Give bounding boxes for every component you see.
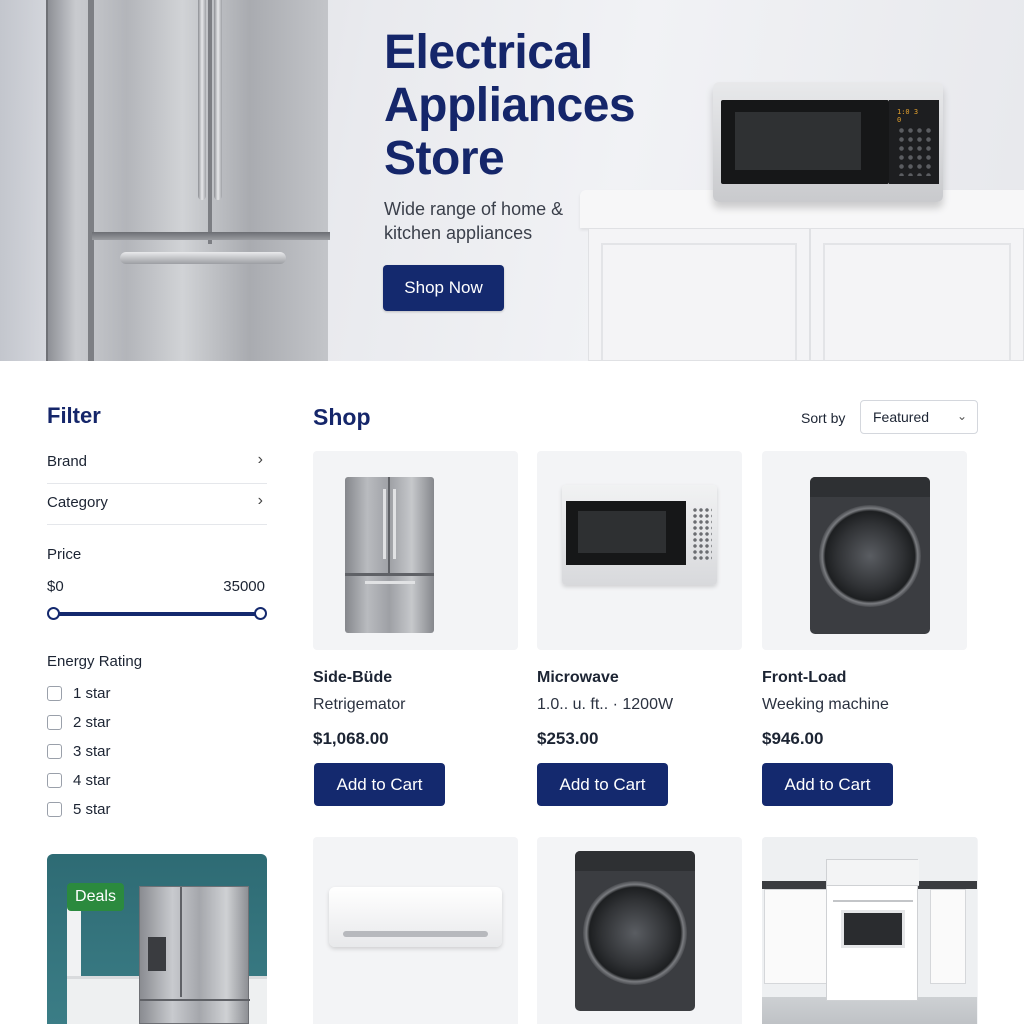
product-name[interactable]: Front-Load <box>762 669 846 687</box>
filter-brand-label: Brand <box>47 453 88 470</box>
fridge-handle-left <box>198 0 206 200</box>
product-image-fridge[interactable] <box>313 451 518 650</box>
air-conditioner-icon <box>329 887 502 947</box>
energy-option-label: 4 star <box>73 771 111 789</box>
hero-subtitle: Wide range of home & kitchen appliances <box>384 199 564 243</box>
product-image-washer-2[interactable] <box>537 837 742 1024</box>
microwave-keypad <box>897 126 931 176</box>
product-desc: 1.0.. u. ft.. · 1200W <box>537 696 674 713</box>
fridge-handle-right <box>214 0 222 200</box>
energy-option-4[interactable]: 4 star <box>47 770 111 790</box>
washing-machine-icon <box>810 477 930 634</box>
energy-option-label: 5 star <box>73 800 111 818</box>
filter-category[interactable]: Category › <box>47 485 267 525</box>
price-slider-max-handle[interactable] <box>254 607 267 620</box>
energy-option-2[interactable]: 2 star <box>47 712 111 732</box>
product-desc: Retrigemator <box>313 696 406 713</box>
add-to-cart-button[interactable]: Add to Cart <box>762 763 893 806</box>
product-name[interactable]: Side-Büde <box>313 669 392 687</box>
energy-option-label: 3 star <box>73 742 111 760</box>
washing-machine-icon <box>575 851 695 1011</box>
hero-counter-image <box>580 190 1024 361</box>
product-desc: Weeking machine <box>762 696 889 713</box>
add-to-cart-button[interactable]: Add to Cart <box>537 763 668 806</box>
microwave-window <box>721 100 889 184</box>
hero-microwave-image: 1:0 3 0 <box>713 82 943 202</box>
fridge-drawer-handle <box>120 252 286 264</box>
fridge-icon <box>345 477 434 633</box>
product-name[interactable]: Microwave <box>537 669 619 687</box>
product-price: $253.00 <box>537 729 599 748</box>
microwave-display: 1:0 3 0 <box>897 108 919 124</box>
chevron-right-icon: › <box>257 492 263 509</box>
cabinet-left <box>588 228 810 361</box>
energy-option-5[interactable]: 5 star <box>47 799 111 819</box>
price-label: Price <box>47 546 82 563</box>
deals-badge: Deals <box>67 883 124 911</box>
product-price: $946.00 <box>762 729 824 748</box>
filter-brand[interactable]: Brand › <box>47 444 267 484</box>
chevron-down-icon: ⌄ <box>956 409 967 423</box>
fridge-drawer-line <box>92 232 330 240</box>
price-slider-min-handle[interactable] <box>47 607 60 620</box>
fridge-drawer-line <box>140 999 250 1001</box>
checkbox[interactable] <box>47 801 62 817</box>
sort-value: Featured <box>873 409 930 425</box>
microwave-icon <box>562 485 717 585</box>
checkbox[interactable] <box>47 743 62 759</box>
checkbox[interactable] <box>47 714 62 730</box>
deals-fridge-image <box>139 886 250 1024</box>
product-price: $1,068.00 <box>313 729 389 748</box>
cabinet-right <box>810 228 1024 361</box>
product-image-microwave[interactable] <box>537 451 742 650</box>
kitchen-cabinet <box>764 889 834 984</box>
hero-banner: 1:0 3 0 Electrical Appliances Store Wide… <box>0 0 1024 361</box>
sort-select[interactable]: Featured ⌄ <box>860 400 978 434</box>
energy-option-label: 1 star <box>73 684 111 702</box>
price-max: 35000 <box>223 578 265 595</box>
cabinet-panel <box>823 243 1011 360</box>
cabinet-panel <box>601 243 797 360</box>
energy-rating-title: Energy Rating <box>47 653 143 670</box>
fridge-edge <box>88 0 94 361</box>
filter-category-label: Category <box>47 494 108 511</box>
shop-title: Shop <box>313 404 371 430</box>
fridge-door-split <box>180 887 182 997</box>
hero-fridge-image <box>46 0 330 361</box>
product-image-washer[interactable] <box>762 451 967 650</box>
price-min: $0 <box>47 578 64 595</box>
hero-title: Electrical Appliances Store <box>384 26 636 185</box>
filter-title: Filter <box>47 403 101 428</box>
fridge-dispenser <box>148 937 166 971</box>
shop-now-button[interactable]: Shop Now <box>383 265 504 311</box>
chevron-right-icon: › <box>257 451 263 468</box>
kitchen-floor <box>762 997 977 1024</box>
energy-option-label: 2 star <box>73 713 111 731</box>
microwave-glass <box>735 112 861 170</box>
product-image-range[interactable] <box>762 837 978 1024</box>
add-to-cart-button[interactable]: Add to Cart <box>314 763 445 806</box>
deals-promo-card[interactable]: Deals <box>47 854 267 1024</box>
price-slider[interactable] <box>53 612 261 616</box>
product-image-air-conditioner[interactable] <box>313 837 518 1024</box>
sort-label: Sort by <box>801 410 846 426</box>
energy-option-1[interactable]: 1 star <box>47 683 111 703</box>
microwave-control-panel: 1:0 3 0 <box>889 100 939 184</box>
energy-option-3[interactable]: 3 star <box>47 741 111 761</box>
price-slider-fill <box>53 612 261 616</box>
checkbox[interactable] <box>47 772 62 788</box>
fridge-door-split <box>208 0 212 244</box>
cooking-range-icon <box>826 859 919 1001</box>
checkbox[interactable] <box>47 685 62 701</box>
kitchen-cabinet <box>930 889 966 984</box>
